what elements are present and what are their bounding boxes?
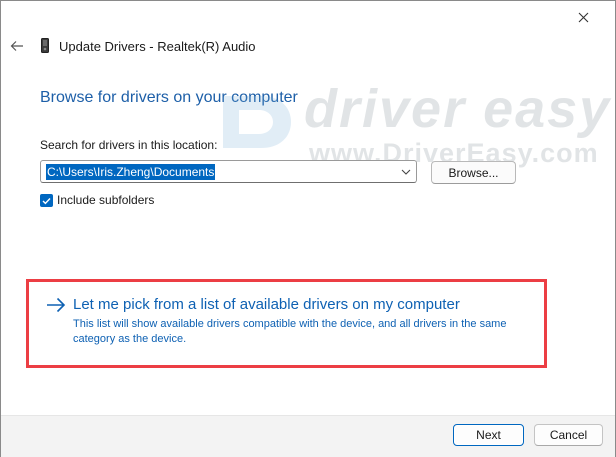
cancel-button[interactable]: Cancel — [534, 424, 603, 446]
checkmark-icon — [42, 197, 51, 204]
close-icon — [578, 12, 588, 22]
window-title: Update Drivers - Realtek(R) Audio — [59, 39, 256, 54]
back-arrow-icon — [10, 41, 23, 51]
dialog-window — [0, 0, 616, 457]
path-combobox[interactable]: C:\Users\Iris.Zheng\Documents — [40, 160, 417, 183]
next-button[interactable]: Next — [453, 424, 524, 446]
close-button[interactable] — [572, 8, 594, 26]
include-subfolders-label[interactable]: Include subfolders — [57, 193, 154, 207]
pick-driver-title[interactable]: Let me pick from a list of available dri… — [73, 296, 460, 313]
pick-driver-description: This list will show available drivers co… — [73, 318, 507, 345]
back-button[interactable] — [8, 37, 26, 55]
right-arrow-icon — [47, 297, 66, 313]
search-location-label: Search for drivers in this location: — [40, 138, 218, 152]
browse-button[interactable]: Browse... — [431, 161, 516, 184]
include-subfolders-checkbox[interactable] — [40, 194, 53, 207]
page-heading: Browse for drivers on your computer — [40, 89, 298, 106]
audio-device-icon — [41, 38, 49, 53]
chevron-down-icon[interactable] — [400, 166, 412, 178]
path-input-value[interactable]: C:\Users\Iris.Zheng\Documents — [46, 164, 216, 180]
